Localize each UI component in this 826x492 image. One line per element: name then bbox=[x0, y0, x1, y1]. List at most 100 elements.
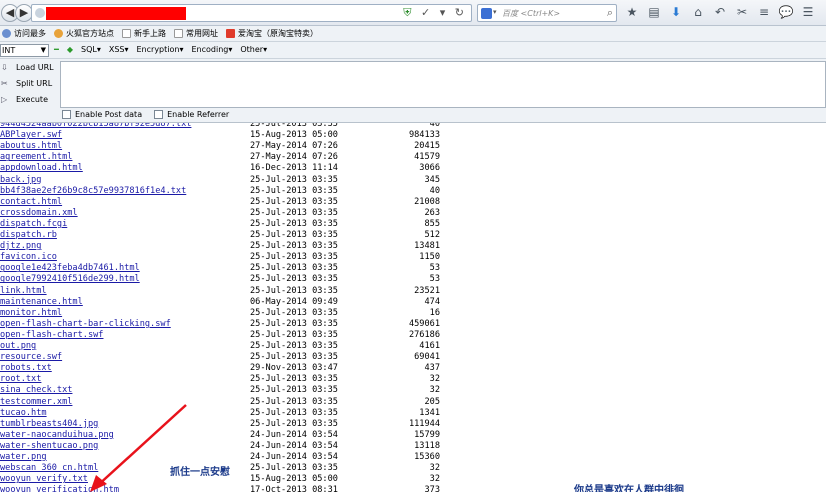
file-link[interactable]: sina_check.txt bbox=[0, 385, 72, 396]
file-link[interactable]: crossdomain.xml bbox=[0, 208, 78, 219]
enable-referrer-checkbox[interactable] bbox=[154, 110, 164, 119]
file-link[interactable]: open-flash-chart.swf bbox=[0, 330, 103, 341]
menu-xss[interactable]: XSS▾ bbox=[109, 45, 129, 54]
file-date: 15-Aug-2013 05:00 bbox=[250, 474, 338, 485]
shield-icon[interactable]: ⛨ bbox=[403, 6, 414, 19]
bookmarks-menu-icon[interactable]: ▤ bbox=[646, 5, 662, 19]
execute-label: Execute bbox=[16, 95, 48, 104]
file-row: root.txt 25-Jul-2013 03:35 32 bbox=[0, 374, 440, 385]
file-link[interactable]: tucao.htm bbox=[0, 408, 47, 419]
bookmark-firefox-site[interactable]: 火狐官方站点 bbox=[54, 28, 114, 39]
hackbar-url-textarea[interactable] bbox=[60, 61, 826, 108]
file-link[interactable]: monitor.html bbox=[0, 308, 62, 319]
file-link[interactable]: back.jpg bbox=[0, 175, 41, 186]
home-icon[interactable]: ⌂ bbox=[690, 5, 706, 19]
file-link[interactable]: water.png bbox=[0, 452, 47, 463]
download-icon[interactable]: ⬇ bbox=[668, 5, 684, 19]
enable-referrer-option[interactable]: Enable Referrer bbox=[154, 110, 229, 119]
file-link[interactable]: aboutus.html bbox=[0, 141, 62, 152]
file-row: testcommer.xml 25-Jul-2013 03:35 205 bbox=[0, 397, 440, 408]
menu-encoding[interactable]: Encoding▾ bbox=[191, 45, 232, 54]
file-row: agreement.html 27-May-2014 07:26 41579 bbox=[0, 152, 440, 163]
bookmarks-toolbar: 访问最多 火狐官方站点 新手上路 常用网址 爱淘宝（原淘宝特卖） bbox=[0, 26, 826, 42]
file-row: 944d4524aab0f022bcb15a87bf92e5d87.txt 25-… bbox=[0, 123, 440, 130]
file-link[interactable]: water-shentucao.png bbox=[0, 441, 98, 452]
file-link[interactable]: agreement.html bbox=[0, 152, 72, 163]
bookmark-most-visited[interactable]: 访问最多 bbox=[2, 28, 46, 39]
file-link[interactable]: testcommer.xml bbox=[0, 397, 72, 408]
search-placeholder[interactable]: 百度 <Ctrl+K> bbox=[502, 8, 560, 19]
file-link[interactable]: 944d4524aab0f022bcb15a87bf92e5d87.txt bbox=[0, 123, 191, 130]
menu-sql[interactable]: SQL▾ bbox=[81, 45, 101, 54]
file-link[interactable]: open-flash-chart-bar-clicking.swf bbox=[0, 319, 171, 330]
file-link[interactable]: wooyun_verification.htm bbox=[0, 485, 119, 492]
load-url-button[interactable]: ⇩ Load URL bbox=[0, 61, 58, 75]
menu-icon[interactable]: ≡ bbox=[756, 5, 772, 19]
file-link[interactable]: favicon.ico bbox=[0, 252, 57, 263]
file-link[interactable]: water-naocanduihua.png bbox=[0, 430, 114, 441]
file-link[interactable]: djtz.png bbox=[0, 241, 41, 252]
hackbar-type-select[interactable]: INT ▼ bbox=[0, 44, 49, 57]
file-link[interactable]: out.png bbox=[0, 341, 36, 352]
hackbar-menus: ━ ◆ SQL▾ XSS▾ Encryption▾ Encoding▾ Othe… bbox=[54, 45, 267, 54]
file-link[interactable]: google7992410f516de299.html bbox=[0, 274, 140, 285]
bookmark-ai-taobao[interactable]: 爱淘宝（原淘宝特卖） bbox=[226, 28, 318, 39]
file-date: 25-Jul-2013 03:35 bbox=[250, 418, 338, 429]
file-link[interactable]: dispatch.fcgi bbox=[0, 219, 67, 230]
split-url-button[interactable]: ✂ Split URL bbox=[0, 77, 58, 91]
search-engine-icon[interactable] bbox=[481, 8, 492, 19]
file-date: 25-Jul-2013 03:35 bbox=[250, 241, 338, 252]
undo-icon[interactable]: ↶ bbox=[712, 5, 728, 19]
file-link[interactable]: google1e423feba4db7461.html bbox=[0, 263, 140, 274]
file-date: 15-Aug-2013 05:00 bbox=[250, 130, 338, 141]
file-link[interactable]: robots.txt bbox=[0, 363, 52, 374]
menu-encryption[interactable]: Encryption▾ bbox=[137, 45, 184, 54]
file-link[interactable]: tumblrbeasts404.jpg bbox=[0, 419, 98, 430]
bookmark-star-icon[interactable]: ★ bbox=[624, 5, 640, 19]
back-arrow-icon: ◀ bbox=[5, 6, 15, 19]
file-size: 20415 bbox=[414, 141, 440, 152]
search-icon[interactable]: ⌕ bbox=[607, 6, 613, 20]
chevron-down-icon[interactable]: ▾ bbox=[493, 8, 497, 16]
site-identity-icon[interactable] bbox=[35, 8, 45, 18]
split-url-icon: ✂ bbox=[1, 79, 8, 88]
file-size: 373 bbox=[424, 485, 440, 492]
search-bar[interactable]: ▾ 百度 <Ctrl+K> ⌕ bbox=[477, 4, 617, 22]
increase-icon[interactable]: ◆ bbox=[67, 45, 73, 54]
screenshot-icon[interactable]: ✂ bbox=[734, 5, 750, 19]
bookmark-common-sites[interactable]: 常用网址 bbox=[174, 28, 218, 39]
file-date: 25-Jul-2013 03:35 bbox=[250, 307, 338, 318]
dropdown-reload-icons[interactable]: ✓ ▾ ↻ bbox=[421, 6, 467, 19]
file-link[interactable]: dispatch.rb bbox=[0, 230, 57, 241]
file-row: dispatch.fcgi 25-Jul-2013 03:35 855 bbox=[0, 219, 440, 230]
file-link[interactable]: link.html bbox=[0, 286, 47, 297]
file-row: crossdomain.xml 25-Jul-2013 03:35 263 bbox=[0, 208, 440, 219]
bookmark-getting-started[interactable]: 新手上路 bbox=[122, 28, 166, 39]
file-link[interactable]: ABPlayer.swf bbox=[0, 130, 62, 141]
file-size: 53 bbox=[429, 274, 440, 285]
file-link[interactable]: appdownload.html bbox=[0, 163, 83, 174]
file-row: tucao.htm 25-Jul-2013 03:35 1341 bbox=[0, 408, 440, 419]
menu-other[interactable]: Other▾ bbox=[240, 45, 267, 54]
file-link[interactable]: contact.html bbox=[0, 197, 62, 208]
address-bar[interactable]: ⛨ ✓ ▾ ↻ bbox=[31, 4, 472, 22]
decrease-icon[interactable]: ━ bbox=[54, 45, 59, 54]
file-link[interactable]: resource.swf bbox=[0, 352, 62, 363]
hackbar-options: Enable Post data Enable Referrer bbox=[62, 110, 229, 119]
file-link[interactable]: wooyun_verify.txt bbox=[0, 474, 88, 485]
file-date: 24-Jun-2014 03:54 bbox=[250, 452, 338, 462]
hamburger-menu-icon[interactable]: ☰ bbox=[800, 5, 816, 19]
file-row: back.jpg 25-Jul-2013 03:35 345 bbox=[0, 175, 440, 186]
address-bar-actions[interactable]: ⛨ ✓ ▾ ↻ bbox=[403, 6, 467, 20]
file-link[interactable]: bb4f38ae2ef26b9c8c57e9937816f1e4.txt bbox=[0, 186, 186, 197]
file-date: 25-Jul-2013 03:35 bbox=[250, 123, 338, 129]
enable-post-option[interactable]: Enable Post data bbox=[62, 110, 142, 119]
file-row: link.html 25-Jul-2013 03:35 23521 bbox=[0, 286, 440, 297]
chat-icon[interactable]: 💬 bbox=[778, 5, 794, 19]
enable-post-checkbox[interactable] bbox=[62, 110, 71, 119]
file-link[interactable]: webscan_360_cn.html bbox=[0, 463, 98, 474]
file-link[interactable]: maintenance.html bbox=[0, 297, 83, 308]
file-link[interactable]: root.txt bbox=[0, 374, 41, 385]
redacted-url bbox=[46, 7, 186, 20]
execute-button[interactable]: ▷ Execute bbox=[0, 93, 58, 107]
